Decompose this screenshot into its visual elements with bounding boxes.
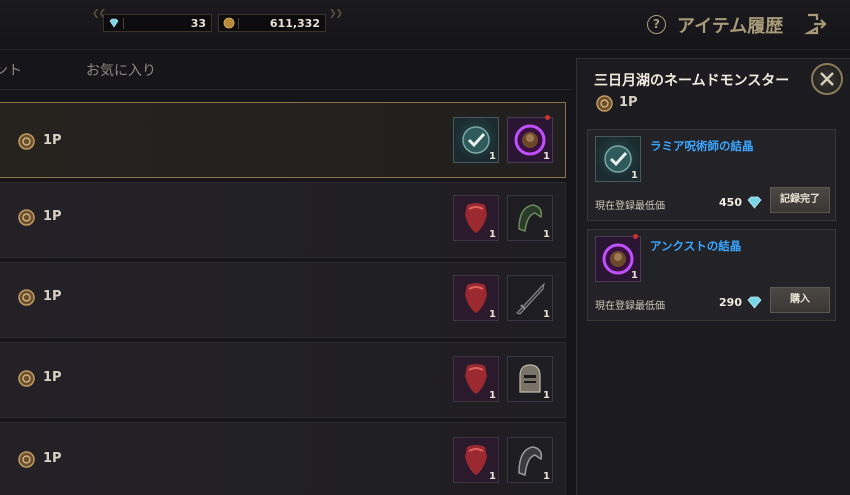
list-item[interactable]: 1P 1 1: [0, 342, 566, 418]
item-slot[interactable]: 1: [453, 356, 499, 402]
item-slot[interactable]: 1: [453, 117, 499, 163]
point-coin-icon: [18, 209, 35, 226]
item-card: 1 ラミア呪術師の結晶 現在登録最低価 450 記録完了: [587, 129, 836, 221]
item-name[interactable]: アンクストの結晶: [650, 238, 741, 254]
list-item[interactable]: 1P 1 1: [0, 102, 566, 178]
tab-bar: ント お気に入り: [0, 50, 572, 90]
tab-event[interactable]: ント: [0, 60, 22, 80]
item-count: 1: [489, 309, 496, 320]
item-card: 1 アンクストの結晶 現在登録最低価 290 購入: [587, 229, 836, 321]
item-slot[interactable]: 1: [507, 115, 553, 163]
points-label: 1P: [43, 370, 62, 385]
diamond-icon: [109, 18, 119, 28]
list-item[interactable]: 1P 1 1: [0, 262, 566, 338]
item-count: 1: [543, 471, 550, 482]
list-item[interactable]: 1P 1 1: [0, 422, 566, 495]
diamond-icon: [747, 196, 762, 209]
point-coin-icon: [596, 95, 613, 112]
item-slot[interactable]: 1: [453, 437, 499, 483]
price-label: 現在登録最低価: [595, 201, 665, 212]
price-value: 450: [719, 196, 742, 209]
gold-coin-icon: [223, 17, 235, 29]
item-slot[interactable]: 1: [453, 195, 499, 241]
item-count: 1: [489, 151, 496, 162]
panel-points: 1P: [619, 95, 638, 110]
list-item[interactable]: 1P 1 1: [0, 182, 566, 258]
item-count: 1: [543, 229, 550, 240]
top-bar: ❮❮ 33 611,332 ❯❯ ? アイテム履歴: [0, 0, 850, 50]
item-slot[interactable]: 1: [595, 136, 641, 182]
record-complete-button[interactable]: 記録完了: [770, 187, 830, 213]
point-coin-icon: [18, 451, 35, 468]
price-label: 現在登録最低価: [595, 301, 665, 312]
item-count: 1: [489, 471, 496, 482]
close-icon: [820, 72, 834, 86]
item-name[interactable]: ラミア呪術師の結晶: [650, 138, 754, 154]
item-count: 1: [543, 309, 550, 320]
detail-panel: 三日月湖のネームドモンスター 1P 1 ラミア呪術師の結晶 現在登録最低価 45…: [576, 58, 850, 495]
item-count: 1: [631, 170, 638, 181]
point-coin-icon: [18, 370, 35, 387]
close-button[interactable]: [811, 63, 843, 95]
item-slot[interactable]: 1: [507, 437, 553, 483]
item-count: 1: [543, 151, 550, 162]
ornament: ❯❯: [329, 9, 343, 19]
point-coin-icon: [18, 133, 35, 150]
points-label: 1P: [43, 451, 62, 466]
item-slot[interactable]: 1: [453, 275, 499, 321]
points-label: 1P: [43, 133, 62, 148]
new-badge: [633, 234, 638, 239]
item-slot[interactable]: 1: [595, 234, 641, 282]
exit-icon[interactable]: [804, 12, 828, 36]
item-slot[interactable]: 1: [507, 275, 553, 321]
tab-favorites[interactable]: お気に入り: [86, 60, 156, 80]
item-slot[interactable]: 1: [507, 356, 553, 402]
diamond-icon: [747, 296, 762, 309]
item-count: 1: [543, 390, 550, 401]
panel-title: 三日月湖のネームドモンスター: [594, 73, 790, 89]
diamond-count: 33: [190, 16, 206, 30]
help-icon[interactable]: ?: [647, 15, 666, 34]
points-label: 1P: [43, 209, 62, 224]
gold-balance: 611,332: [218, 14, 326, 32]
item-count: 1: [489, 229, 496, 240]
diamond-balance: 33: [103, 14, 212, 32]
new-badge: [545, 115, 550, 120]
item-count: 1: [631, 270, 638, 281]
buy-button[interactable]: 購入: [770, 287, 830, 313]
page-title: アイテム履歴: [677, 16, 784, 37]
gold-count: 611,332: [269, 16, 320, 30]
item-slot[interactable]: 1: [507, 195, 553, 241]
price-value: 290: [719, 296, 742, 309]
item-count: 1: [489, 390, 496, 401]
point-coin-icon: [18, 289, 35, 306]
points-label: 1P: [43, 289, 62, 304]
